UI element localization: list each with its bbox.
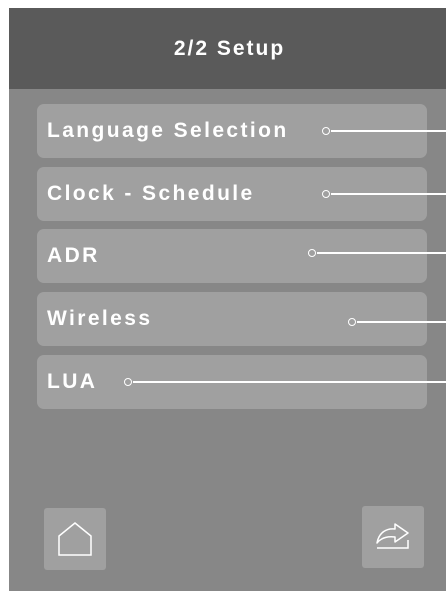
adr-label: ADR [47, 244, 100, 267]
home-icon [58, 522, 92, 556]
setup-screen: 2/2 Setup Language Selection Clock - Sch… [9, 8, 446, 591]
adr-button[interactable]: ADR [37, 229, 427, 283]
lua-label: LUA [47, 370, 98, 393]
page-title: 2/2 Setup [173, 36, 286, 60]
home-button[interactable] [44, 508, 106, 570]
header-bar: 2/2 Setup [9, 8, 446, 89]
wireless-label: Wireless [47, 307, 153, 330]
lua-button[interactable]: LUA [37, 355, 427, 409]
forward-arrow-icon [376, 523, 409, 549]
clock-schedule-button[interactable]: Clock - Schedule [37, 167, 427, 221]
language-selection-label: Language Selection [47, 119, 289, 142]
clock-schedule-label: Clock - Schedule [47, 182, 255, 205]
wireless-button[interactable]: Wireless [37, 292, 427, 346]
next-button[interactable] [362, 506, 424, 568]
language-selection-button[interactable]: Language Selection [37, 104, 427, 158]
